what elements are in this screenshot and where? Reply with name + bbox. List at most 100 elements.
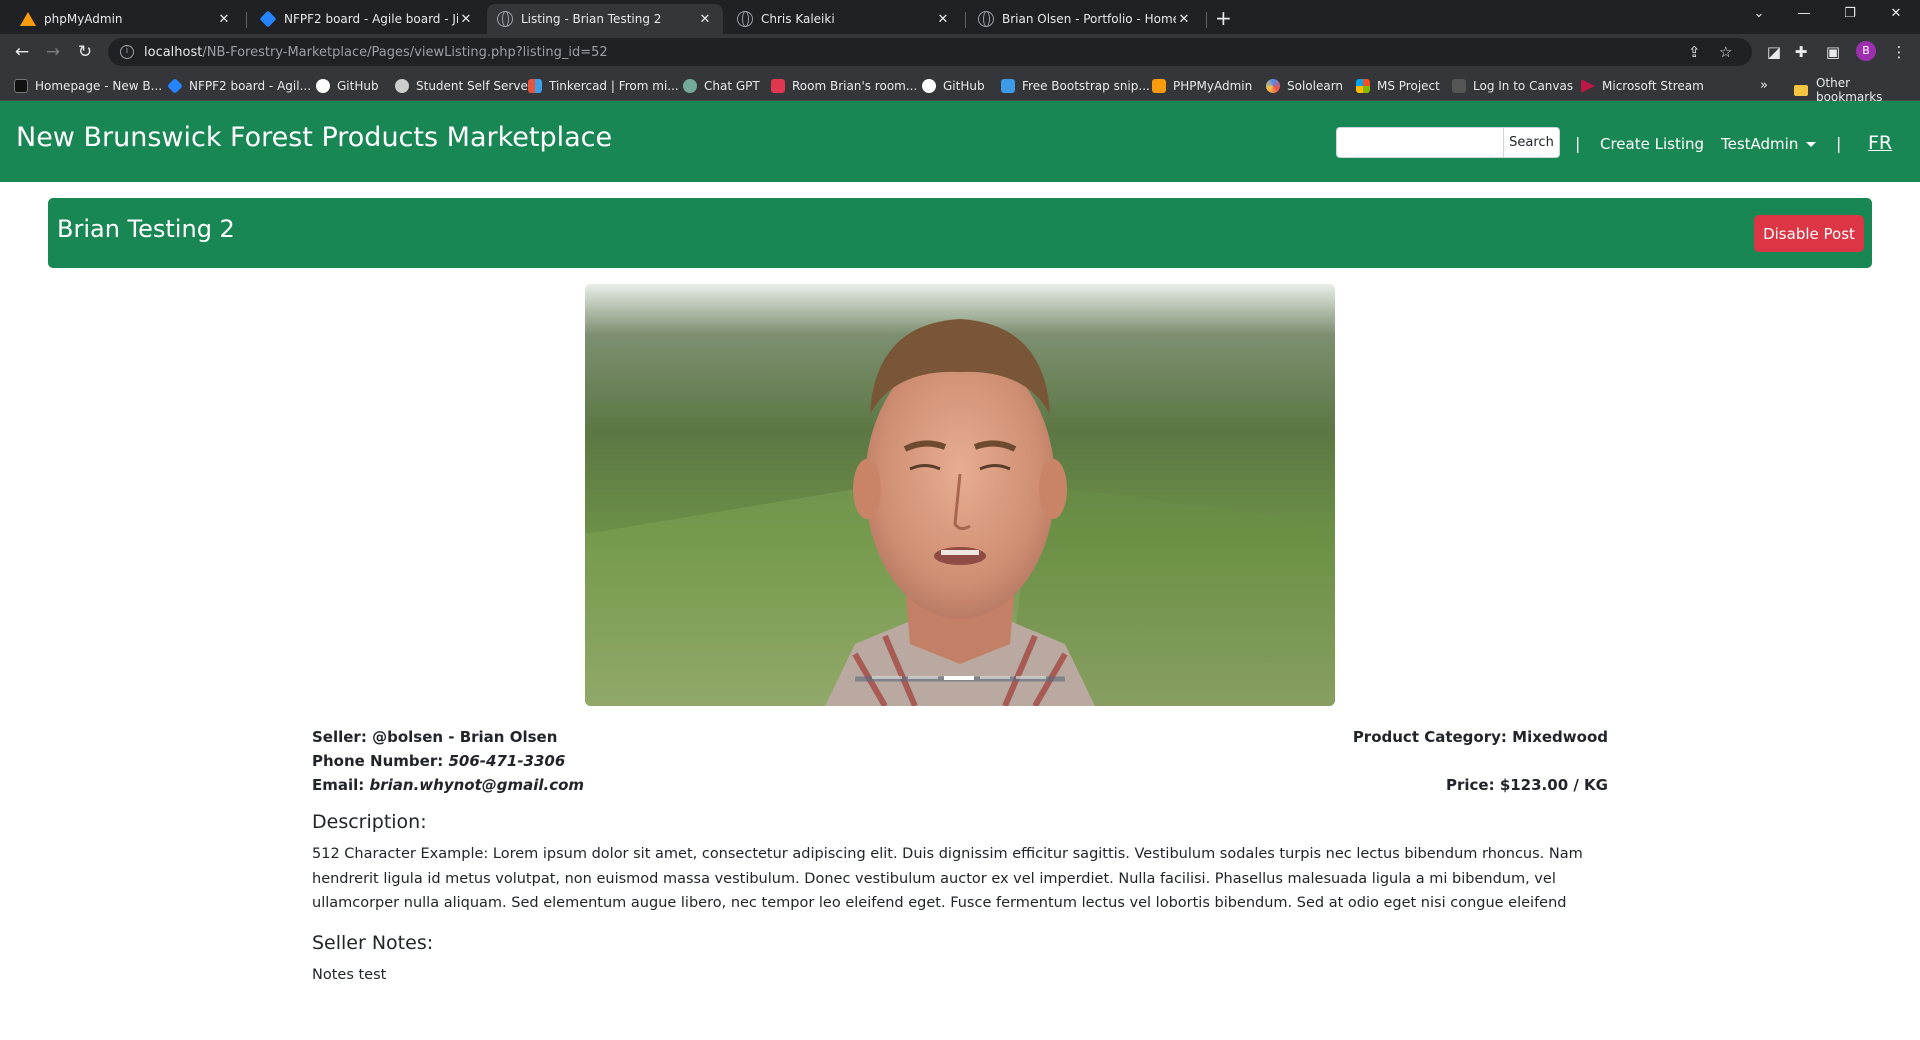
tab-title: phpMyAdmin <box>44 12 123 26</box>
window-close-icon[interactable]: ✕ <box>1874 6 1918 21</box>
bookmark-label: Room Brian's room... <box>792 79 918 93</box>
url-path: /NB-Forestry-Marketplace/Pages/viewListi… <box>202 44 608 60</box>
brand-title[interactable]: New Brunswick Forest Products Marketplac… <box>16 122 612 153</box>
bookmark-label: Homepage - New B... <box>35 79 163 93</box>
restore-icon[interactable]: ❐ <box>1828 6 1872 21</box>
description-heading: Description: <box>312 811 427 833</box>
bookmark-label: MS Project <box>1377 79 1440 93</box>
carousel-indicator[interactable] <box>980 676 1010 679</box>
seller-notes-text: Notes test <box>312 967 387 983</box>
image-carousel[interactable] <box>585 284 1335 706</box>
tab-listing-active[interactable]: Listing - Brian Testing 2 ✕ <box>487 4 723 34</box>
other-bookmarks[interactable]: Other bookmarks <box>1794 76 1920 104</box>
share-icon[interactable]: ⇪ <box>1688 38 1701 66</box>
phpmyadmin-icon <box>1152 79 1166 93</box>
github-icon <box>316 79 330 93</box>
tab-title: NFPF2 board - Agile board - Jira <box>284 12 458 26</box>
room-icon <box>771 79 785 93</box>
profile-avatar[interactable]: B <box>1856 41 1876 61</box>
stream-icon <box>1581 79 1595 93</box>
side-panel-icon[interactable]: ▣ <box>1824 43 1842 61</box>
close-icon[interactable]: ✕ <box>935 12 951 27</box>
carousel-indicator-active[interactable] <box>944 675 974 680</box>
bookmark-item[interactable]: NFPF2 board - Agil... <box>167 76 311 96</box>
phone-value: 506-471-3306 <box>448 752 566 770</box>
price-label: Price: <box>1445 776 1495 794</box>
seller-notes-heading: Seller Notes: <box>312 932 434 954</box>
close-icon[interactable]: ✕ <box>216 12 232 27</box>
close-icon[interactable]: ✕ <box>1176 12 1192 27</box>
category-value: Mixedwood <box>1512 728 1608 746</box>
carousel-indicator[interactable] <box>1016 676 1046 679</box>
bookmark-label: GitHub <box>337 79 379 93</box>
carousel-indicator[interactable] <box>908 676 938 679</box>
browser-tab-bar: phpMyAdmin ✕ NFPF2 board - Agile board -… <box>0 0 1920 34</box>
product-info: Product Category: Mixedwood Price: $123.… <box>1353 725 1608 797</box>
tab-phpmyadmin[interactable]: phpMyAdmin ✕ <box>10 4 242 34</box>
info-icon[interactable]: i <box>120 45 134 59</box>
dal-icon <box>14 79 28 93</box>
more-bookmarks-icon[interactable]: » <box>1760 78 1768 93</box>
bookmark-label: PHPMyAdmin <box>1173 79 1253 93</box>
carousel-indicator[interactable] <box>872 676 902 679</box>
bookmark-item[interactable]: Room Brian's room... <box>771 76 917 96</box>
bookmark-item[interactable]: Chat GPT <box>683 76 760 96</box>
bookmark-label: Tinkercad | From mi... <box>549 79 679 93</box>
seller-info: Seller: @bolsen - Brian Olsen Phone Numb… <box>312 725 584 797</box>
tab-search-chevron-icon[interactable]: ⌄ <box>1737 6 1781 21</box>
bootstrap-snippets-icon <box>1001 79 1015 93</box>
create-listing-link[interactable]: Create Listing <box>1600 135 1704 153</box>
address-bar[interactable]: i localhost/NB-Forestry-Marketplace/Page… <box>108 38 1752 66</box>
bookmark-item[interactable]: Homepage - New B... <box>14 76 162 96</box>
bookmark-label: Free Bootstrap snip... <box>1022 79 1150 93</box>
bookmark-item[interactable]: Student Self Serve <box>395 76 528 96</box>
bookmark-item[interactable]: Log In to Canvas <box>1452 76 1573 96</box>
globe-icon <box>395 79 409 93</box>
close-icon[interactable]: ✕ <box>458 12 474 27</box>
extensions-puzzle-icon[interactable]: ✚ <box>1792 43 1810 61</box>
caret-down-icon <box>1806 142 1817 147</box>
tab-separator <box>965 12 966 28</box>
bookmark-label: Sololearn <box>1287 79 1344 93</box>
menu-kebab-icon[interactable]: ⋮ <box>1890 43 1908 61</box>
url-host: localhost <box>144 44 203 60</box>
user-menu-dropdown[interactable]: TestAdmin <box>1721 135 1817 153</box>
minimize-icon[interactable]: — <box>1782 6 1826 21</box>
search-button[interactable]: Search <box>1503 127 1560 158</box>
url-text[interactable]: localhost/NB-Forestry-Marketplace/Pages/… <box>144 45 608 60</box>
tab-portfolio[interactable]: Brian Olsen - Portfolio - Home ✕ <box>968 4 1202 34</box>
bookmark-item[interactable]: Tinkercad | From mi... <box>528 76 679 96</box>
forward-arrow-icon[interactable]: → <box>41 42 65 62</box>
bookmark-label: Microsoft Stream <box>1602 79 1704 93</box>
new-tab-icon[interactable]: + <box>1215 6 1232 30</box>
tab-jira[interactable]: NFPF2 board - Agile board - Jira ✕ <box>250 4 484 34</box>
bookmark-item[interactable]: PHPMyAdmin <box>1152 76 1252 96</box>
category-row: Product Category: Mixedwood <box>1353 725 1608 749</box>
tab-separator <box>246 12 247 28</box>
bookmark-item[interactable]: Microsoft Stream <box>1581 76 1704 96</box>
reload-icon[interactable]: ↻ <box>73 42 97 62</box>
search-input[interactable] <box>1336 127 1503 158</box>
extension-badge-icon[interactable]: ◪ <box>1765 43 1783 61</box>
tab-chris-kaleiki[interactable]: Chris Kaleiki ✕ <box>727 4 961 34</box>
bookmark-item[interactable]: GitHub <box>316 76 379 96</box>
price-value: $123.00 / KG <box>1499 776 1608 794</box>
back-arrow-icon[interactable]: ← <box>10 42 34 62</box>
category-label: Product Category: <box>1352 728 1507 746</box>
listing-photo <box>585 284 1335 706</box>
close-icon[interactable]: ✕ <box>697 12 713 27</box>
disable-post-button[interactable]: Disable Post <box>1754 215 1864 252</box>
listing-header: Brian Testing 2 Disable Post <box>48 198 1872 268</box>
phone-row: Phone Number: 506-471-3306 <box>312 749 584 773</box>
bookmark-item[interactable]: GitHub <box>922 76 985 96</box>
tab-title: Brian Olsen - Portfolio - Home <box>1002 12 1176 26</box>
listing-title: Brian Testing 2 <box>57 215 235 243</box>
microsoft-icon <box>1356 79 1370 93</box>
globe-icon <box>978 11 994 27</box>
language-toggle-link[interactable]: FR <box>1868 132 1892 154</box>
bookmark-item[interactable]: MS Project <box>1356 76 1440 96</box>
bookmark-item[interactable]: Sololearn <box>1266 76 1343 96</box>
bookmark-star-icon[interactable]: ☆ <box>1719 38 1732 66</box>
bookmark-item[interactable]: Free Bootstrap snip... <box>1001 76 1150 96</box>
chatgpt-icon <box>683 79 697 93</box>
